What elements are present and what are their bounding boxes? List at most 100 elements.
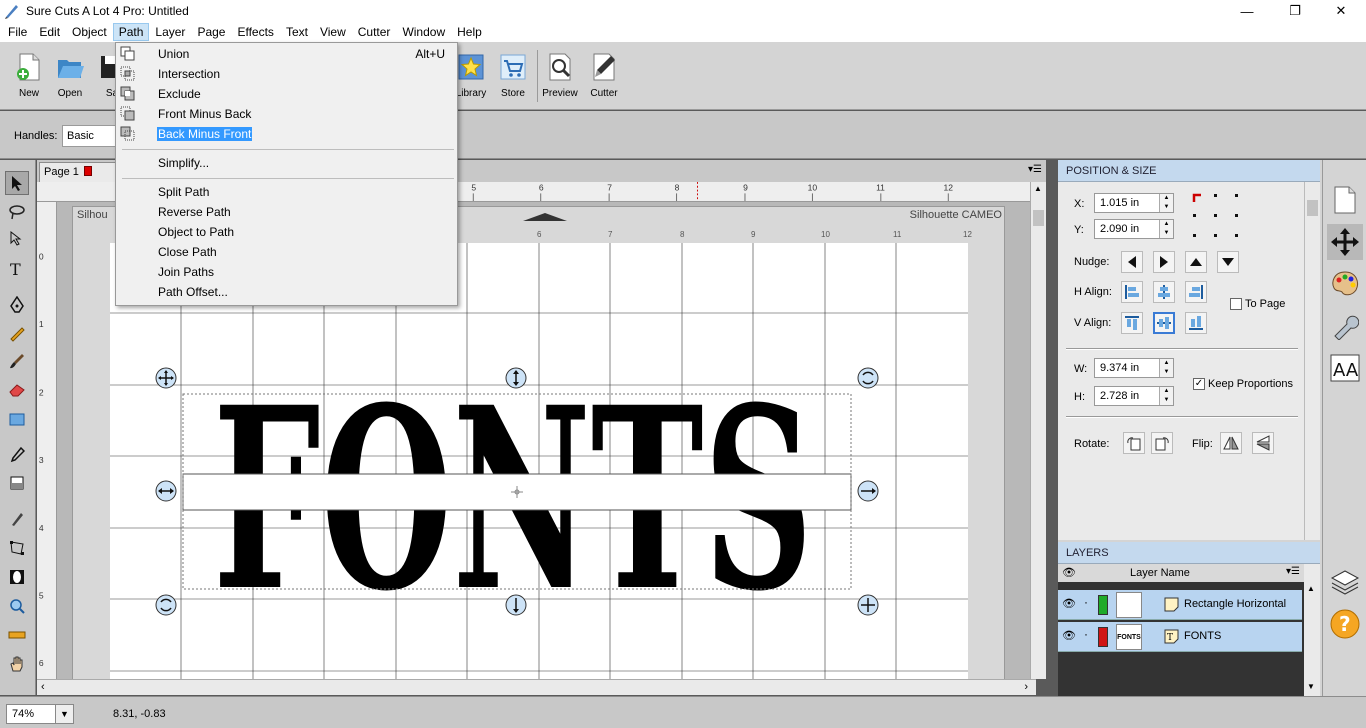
menu-item-object-to-path[interactable]: Object to Path (116, 222, 457, 242)
menu-item-intersection[interactable]: Intersection (116, 64, 457, 84)
menu-item-split-path[interactable]: Split Path (116, 182, 457, 202)
resize-horizontal-left-handle-icon[interactable] (155, 480, 177, 502)
menu-cutter[interactable]: Cutter (352, 23, 397, 41)
measure-tool[interactable] (5, 623, 29, 647)
menu-item-front-minus-back[interactable]: Front Minus Back (116, 104, 457, 124)
shape-tool[interactable] (5, 471, 29, 495)
align-left-button[interactable] (1121, 281, 1143, 303)
reference-point-grid-icon[interactable] (1191, 192, 1247, 240)
menu-view[interactable]: View (314, 23, 352, 41)
color-panel-button[interactable] (1327, 266, 1363, 302)
position-panel-button[interactable] (1327, 224, 1363, 260)
zoom-tool[interactable] (5, 594, 29, 618)
menu-help[interactable]: Help (451, 23, 488, 41)
width-input[interactable]: 9.374 in ▲ ▼ (1094, 358, 1174, 378)
scroll-up-icon[interactable]: ▲ (1307, 584, 1315, 593)
rotate-top-right-handle-icon[interactable] (857, 367, 879, 389)
nudge-up-button[interactable] (1185, 251, 1207, 273)
tab-menu-icon[interactable]: ▾☰ (1028, 164, 1042, 175)
menu-item-back-minus-front[interactable]: Back Minus Front (116, 124, 457, 144)
y-input[interactable]: 2.090 in ▲ ▼ (1094, 219, 1174, 239)
nudge-right-button[interactable] (1153, 251, 1175, 273)
zoom-select[interactable]: 74% ▼ (6, 704, 74, 724)
settings-panel-button[interactable] (1327, 308, 1363, 344)
x-input[interactable]: 1.015 in ▲ ▼ (1094, 193, 1174, 213)
open-button[interactable]: Open (48, 48, 92, 104)
layer-row[interactable]: 👁 · FONTS T FONTS (1058, 622, 1302, 652)
position-scroll-thumb[interactable] (1307, 200, 1318, 216)
lock-dot-icon[interactable]: · (1084, 627, 1088, 641)
scroll-up-icon[interactable]: ▲ (1034, 184, 1042, 193)
menu-item-exclude[interactable]: Exclude (116, 84, 457, 104)
layer-row[interactable]: 👁 · Rectangle Horizontal (1058, 590, 1302, 620)
eraser-tool[interactable] (5, 377, 29, 401)
align-top-button[interactable] (1121, 312, 1143, 334)
nudge-down-button[interactable] (1217, 251, 1239, 273)
scroll-left-icon[interactable]: ‹ (41, 681, 45, 693)
layers-scrollbar[interactable]: ▲ ▼ (1304, 564, 1320, 696)
rotate-bottom-left-handle-icon[interactable] (155, 594, 177, 616)
align-bottom-button[interactable] (1185, 312, 1207, 334)
nudge-left-button[interactable] (1121, 251, 1143, 273)
keep-proportions-checkbox[interactable]: ✓ (1193, 378, 1205, 390)
close-button[interactable]: ✕ (1318, 0, 1364, 22)
height-input[interactable]: 2.728 in ▲ ▼ (1094, 386, 1174, 406)
chevron-down-icon[interactable]: ▼ (55, 705, 73, 723)
x-stepper-icon[interactable]: ▲ ▼ (1159, 194, 1173, 212)
resize-corner-handle-icon[interactable] (857, 594, 879, 616)
text-panel-button[interactable]: AA (1327, 350, 1363, 386)
move-handle-icon[interactable] (155, 367, 177, 389)
pencil-tool[interactable] (5, 321, 29, 345)
new-button[interactable]: New (7, 48, 51, 104)
layer-options-icon[interactable]: ▾☰ (1286, 566, 1300, 577)
layer-color-swatch[interactable] (1098, 627, 1108, 647)
minimize-button[interactable]: — (1224, 0, 1270, 22)
visibility-eye-icon[interactable]: 👁 (1062, 629, 1076, 642)
rotate-cw-button[interactable] (1151, 432, 1173, 454)
menu-object[interactable]: Object (66, 23, 113, 41)
maximize-button[interactable]: ❐ (1272, 0, 1318, 22)
cut-area[interactable]: FONTS (110, 243, 968, 679)
layer-color-swatch[interactable] (1098, 595, 1108, 615)
scroll-right-icon[interactable]: › (1024, 681, 1028, 693)
canvas-horizontal-scrollbar[interactable]: ‹ › (37, 679, 1036, 695)
height-stepper-icon[interactable]: ▲ ▼ (1159, 387, 1173, 405)
menu-page[interactable]: Page (191, 23, 231, 41)
to-page-checkbox[interactable] (1230, 298, 1242, 310)
page-tab[interactable]: Page 1 (39, 162, 117, 182)
menu-item-simplify[interactable]: Simplify... (116, 153, 457, 173)
resize-vertical-top-handle-icon[interactable] (505, 367, 527, 389)
eyedropper-tool[interactable] (5, 443, 29, 467)
text-tool[interactable]: T (5, 257, 29, 281)
node-edit-tool[interactable] (5, 227, 29, 251)
canvas-vertical-scrollbar[interactable]: ▲ (1030, 182, 1046, 679)
menu-item-join-paths[interactable]: Join Paths (116, 262, 457, 282)
select-tool[interactable] (5, 171, 29, 195)
document-panel-button[interactable] (1327, 182, 1363, 218)
menu-item-path-offset[interactable]: Path Offset... (116, 282, 457, 302)
resize-vertical-bottom-handle-icon[interactable] (505, 594, 527, 616)
align-center-h-button[interactable] (1153, 281, 1175, 303)
knife-tool[interactable] (5, 507, 29, 531)
menu-item-close-path[interactable]: Close Path (116, 242, 457, 262)
y-stepper-icon[interactable]: ▲ ▼ (1159, 220, 1173, 238)
vscroll-thumb[interactable] (1033, 210, 1044, 226)
menu-text[interactable]: Text (280, 23, 314, 41)
menu-layer[interactable]: Layer (149, 23, 191, 41)
width-stepper-icon[interactable]: ▲ ▼ (1159, 359, 1173, 377)
scroll-down-icon[interactable]: ▼ (1307, 682, 1315, 691)
flip-vertical-button[interactable] (1252, 432, 1274, 454)
flip-horizontal-button[interactable] (1220, 432, 1242, 454)
preview-button[interactable]: Preview (538, 48, 582, 104)
rotate-ccw-button[interactable] (1123, 432, 1145, 454)
menu-item-union[interactable]: Union Alt+U (116, 44, 457, 64)
design-canvas[interactable]: FONTS (110, 243, 968, 679)
lasso-tool[interactable] (5, 200, 29, 224)
menu-item-reverse-path[interactable]: Reverse Path (116, 202, 457, 222)
rectangle-tool[interactable] (5, 407, 29, 431)
menu-file[interactable]: File (2, 23, 33, 41)
menu-effects[interactable]: Effects (231, 23, 279, 41)
layers-panel-button[interactable] (1327, 564, 1363, 600)
shadow-tool[interactable] (5, 565, 29, 589)
store-button[interactable]: Store (491, 48, 535, 104)
